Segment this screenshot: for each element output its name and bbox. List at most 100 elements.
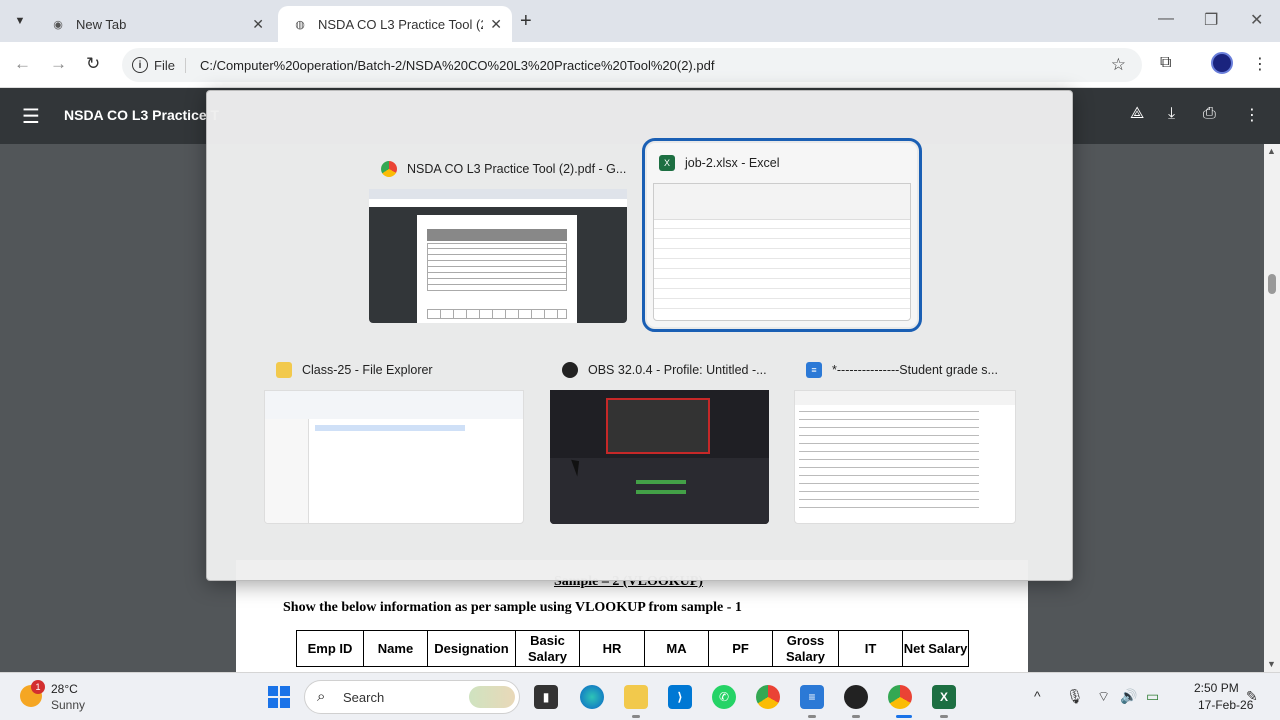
tab-new-tab[interactable]: ◉ New Tab ✕	[36, 6, 274, 42]
window-header: X job-2.xlsx - Excel	[647, 143, 917, 183]
task-switcher: NSDA CO L3 Practice Tool (2).pdf - G... …	[206, 90, 1073, 581]
more-menu-icon[interactable]: ⋮	[1252, 54, 1268, 74]
microphone-icon[interactable]: 🎙	[1066, 688, 1084, 705]
obs-icon[interactable]	[844, 685, 868, 709]
battery-icon[interactable]: ▭	[1146, 688, 1159, 705]
show-hidden-icons-icon[interactable]: ^	[1034, 688, 1041, 704]
windows-start-icon[interactable]	[268, 686, 290, 708]
address-bar[interactable]: i File C:/Computer%20operation/Batch-2/N…	[122, 48, 1142, 82]
vscode-icon[interactable]: ⟩	[668, 685, 692, 709]
window-title: job-2.xlsx - Excel	[685, 156, 780, 170]
tab-search-dropdown[interactable]: ▼	[8, 9, 32, 33]
pdf-more-icon[interactable]: ⋮	[1244, 105, 1260, 125]
notepad-icon[interactable]: ≡	[800, 685, 824, 709]
notification-badge: 1	[31, 680, 45, 694]
taskbar-search[interactable]: ⌕ Search	[304, 680, 520, 714]
wifi-icon[interactable]: ⌔	[1097, 688, 1110, 706]
restore-icon[interactable]: ❐	[1204, 10, 1218, 30]
active-indicator	[896, 715, 912, 718]
switcher-window-obs[interactable]: OBS 32.0.4 - Profile: Untitled -...	[550, 350, 769, 524]
edge-icon[interactable]	[580, 685, 604, 709]
weather-description[interactable]: Sunny	[51, 698, 85, 712]
switcher-window-excel[interactable]: X job-2.xlsx - Excel	[642, 138, 922, 332]
taskbar: 1 28°C Sunny ⌕ Search ▮ ⟩ ✆ ≡ X ^ 🎙 ⌔ 🔊 …	[0, 672, 1280, 720]
switcher-window-notepad[interactable]: ≡ *---------------Student grade s...	[794, 350, 1016, 524]
window-thumbnail	[369, 189, 627, 323]
col-header: IT	[838, 630, 903, 667]
chrome-icon[interactable]	[756, 685, 780, 709]
globe-icon: ◍	[295, 18, 305, 31]
extensions-icon[interactable]: ⧉	[1160, 54, 1171, 72]
obs-icon	[562, 362, 578, 378]
window-header: ≡ *---------------Student grade s...	[794, 350, 1016, 390]
running-indicator	[852, 715, 860, 718]
window-thumbnail	[550, 390, 769, 524]
chrome-profile-icon[interactable]	[888, 685, 912, 709]
window-title: Class-25 - File Explorer	[302, 363, 433, 377]
tab-title: NSDA CO L3 Practice Tool (2).pdf	[318, 16, 483, 32]
window-header: OBS 32.0.4 - Profile: Untitled -...	[550, 350, 769, 390]
scroll-down-icon[interactable]: ▼	[1267, 659, 1276, 669]
hamburger-menu-icon[interactable]: ☰	[22, 104, 40, 129]
window-title: OBS 32.0.4 - Profile: Untitled -...	[588, 363, 767, 377]
new-tab-icon[interactable]: +	[520, 10, 532, 33]
clock-time[interactable]: 2:50 PM	[1194, 681, 1239, 695]
weather-temperature[interactable]: 28°C	[51, 682, 78, 696]
task-view-icon[interactable]: ▮	[534, 685, 558, 709]
notepad-icon: ≡	[806, 362, 822, 378]
chrome-icon: ◉	[53, 18, 63, 31]
forward-icon[interactable]: →	[50, 54, 67, 74]
chevron-down-icon: ▼	[14, 15, 26, 27]
pdf-title: NSDA CO L3 Practice T	[64, 107, 220, 123]
toolbar: ← → ↻ i File C:/Computer%20operation/Bat…	[0, 42, 1280, 88]
search-highlight-image	[469, 686, 515, 708]
employee-table: Emp ID Name Designation Basic Salary HR …	[296, 630, 969, 667]
url-text[interactable]: C:/Computer%20operation/Batch-2/NSDA%20C…	[200, 58, 715, 73]
reload-icon[interactable]: ↻	[86, 54, 100, 74]
info-icon[interactable]: i	[132, 57, 148, 73]
back-icon[interactable]: ←	[14, 54, 31, 74]
running-indicator	[632, 715, 640, 718]
window-thumbnail	[264, 390, 524, 524]
pdf-scrollbar[interactable]: ▲ ▼	[1264, 144, 1280, 672]
tab-title: New Tab	[76, 16, 127, 32]
file-explorer-icon[interactable]	[624, 685, 648, 709]
drive-icon[interactable]: ⟁	[1130, 105, 1144, 123]
search-label: Search	[343, 690, 385, 705]
col-header: Basic Salary	[515, 630, 580, 667]
excel-icon[interactable]: X	[932, 685, 956, 709]
close-window-icon[interactable]: ✕	[1250, 10, 1263, 30]
download-icon[interactable]: ⤓	[1168, 105, 1175, 123]
switcher-window-chrome[interactable]: NSDA CO L3 Practice Tool (2).pdf - G...	[369, 149, 627, 323]
col-header: Emp ID	[296, 630, 364, 667]
window-title: *---------------Student grade s...	[832, 363, 998, 377]
close-tab-icon[interactable]: ✕	[252, 16, 264, 33]
window-title: NSDA CO L3 Practice Tool (2).pdf - G...	[407, 162, 627, 176]
tab-pdf[interactable]: ◍ NSDA CO L3 Practice Tool (2).pdf ✕	[278, 6, 512, 42]
chrome-icon	[381, 161, 397, 177]
scheme-chip[interactable]: File	[154, 57, 186, 73]
col-header: HR	[579, 630, 645, 667]
profile-avatar[interactable]	[1211, 52, 1233, 74]
search-icon: ⌕	[317, 688, 326, 705]
close-tab-icon[interactable]: ✕	[490, 16, 502, 33]
bookmark-star-icon[interactable]: ☆	[1111, 55, 1126, 75]
switcher-window-explorer[interactable]: Class-25 - File Explorer	[264, 350, 524, 524]
whatsapp-icon[interactable]: ✆	[712, 685, 736, 709]
print-icon[interactable]: ⎙	[1203, 105, 1216, 123]
scroll-up-icon[interactable]: ▲	[1267, 146, 1276, 156]
col-header: PF	[708, 630, 773, 667]
col-header: Gross Salary	[772, 630, 839, 667]
running-indicator	[808, 715, 816, 718]
col-header: Designation	[427, 630, 516, 667]
notifications-icon[interactable]: ✎	[1246, 688, 1258, 705]
scroll-thumb[interactable]	[1268, 274, 1276, 294]
volume-icon[interactable]: 🔊	[1120, 688, 1137, 705]
window-thumbnail	[653, 183, 911, 321]
folder-icon	[276, 362, 292, 378]
window-header: NSDA CO L3 Practice Tool (2).pdf - G...	[369, 149, 627, 189]
tab-strip: ▼ ◉ New Tab ✕ ◍ NSDA CO L3 Practice Tool…	[0, 0, 1280, 42]
window-header: Class-25 - File Explorer	[264, 350, 524, 390]
instruction-text: Show the below information as per sample…	[283, 600, 742, 615]
minimize-icon[interactable]: —	[1158, 10, 1174, 28]
